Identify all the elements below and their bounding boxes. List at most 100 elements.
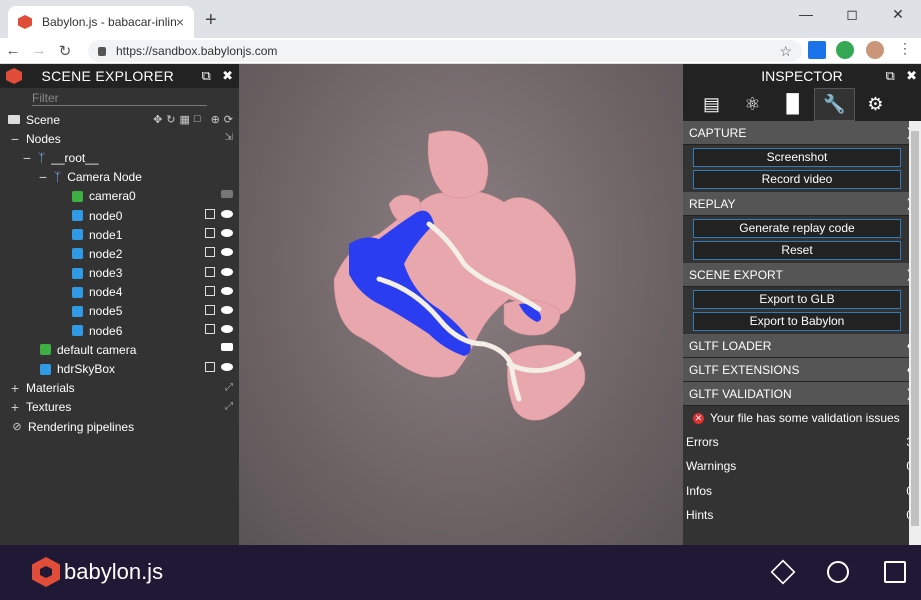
close-tab-icon[interactable]: × <box>176 14 184 30</box>
expand-all-icon[interactable]: ⤢ <box>225 401 233 412</box>
scene-export-section-header[interactable]: SCENE EXPORT ❯ <box>683 263 921 287</box>
tools-tab-icon[interactable]: 🔧 <box>814 88 855 121</box>
reload-icon[interactable]: ↻ <box>52 42 78 60</box>
tree-item-camera-node[interactable]: − ᛉ Camera Node <box>0 168 239 187</box>
bounding-box-checkbox[interactable] <box>205 228 215 239</box>
tree-item-node[interactable]: node2 <box>0 244 239 263</box>
debug-tab-icon[interactable]: ⚛ <box>732 88 773 121</box>
open-file-icon[interactable] <box>884 561 906 583</box>
browser-menu-icon[interactable]: ⋮ <box>898 40 912 57</box>
visibility-eye-icon[interactable] <box>221 267 233 276</box>
tree-item-root[interactable]: − ᛉ __root__ <box>0 148 239 167</box>
camera-icon <box>40 344 51 356</box>
tree-item-node[interactable]: node3 <box>0 264 239 283</box>
bounding-box-checkbox[interactable] <box>205 247 215 258</box>
tree-item-textures[interactable]: + Textures ⤢ <box>0 398 239 417</box>
tree-item-scene[interactable]: Scene ✥ ↻ ▦ □ ⊕ ⟳ <box>0 110 239 129</box>
collapse-icon[interactable]: − <box>38 169 48 185</box>
close-panel-icon[interactable]: ✖ <box>906 68 917 83</box>
render-canvas[interactable] <box>239 64 683 545</box>
tree-item-nodes[interactable]: − Nodes ⇲ <box>0 129 239 148</box>
materials-label: Materials <box>26 381 75 396</box>
gltf-extensions-section-header[interactable]: GLTF EXTENSIONS ❮ <box>683 358 921 382</box>
record-video-button[interactable]: Record video <box>693 170 901 189</box>
reset-button[interactable]: Reset <box>693 241 901 260</box>
new-tab-button[interactable]: + <box>205 9 217 32</box>
refresh-icon[interactable]: ⟳ <box>224 113 233 126</box>
tree-item-node[interactable]: node0 <box>0 206 239 225</box>
visibility-eye-icon[interactable] <box>221 286 233 295</box>
filter-input[interactable] <box>32 91 207 106</box>
section-title: GLTF LOADER <box>689 338 772 353</box>
generate-replay-button[interactable]: Generate replay code <box>693 219 901 238</box>
stat-label: Errors <box>686 435 719 450</box>
collapse-icon[interactable]: − <box>22 150 32 166</box>
visibility-eye-icon[interactable] <box>221 248 233 257</box>
expand-icon[interactable]: + <box>10 380 20 396</box>
properties-tab-icon[interactable]: ▤ <box>691 88 732 121</box>
bounding-box-checkbox[interactable] <box>205 324 215 335</box>
tree-item-camera0[interactable]: camera0 <box>0 187 239 206</box>
active-camera-icon[interactable] <box>221 189 233 198</box>
bookmark-star-icon[interactable]: ☆ <box>779 43 792 60</box>
settings-tab-icon[interactable]: ⚙ <box>855 88 896 121</box>
gltf-validation-section-header[interactable]: GLTF VALIDATION ❯ <box>683 382 921 406</box>
screenshot-button[interactable]: Screenshot <box>693 148 901 167</box>
close-panel-icon[interactable]: ✖ <box>222 68 233 83</box>
close-window-icon[interactable]: ✕ <box>875 0 921 28</box>
visibility-eye-icon[interactable] <box>221 229 233 238</box>
scene-tree: Scene ✥ ↻ ▦ □ ⊕ ⟳ − Nodes ⇲ − ᛉ __root__… <box>0 110 239 436</box>
profile-avatar[interactable] <box>866 41 884 59</box>
expand-all-icon[interactable]: ⇲ <box>225 132 233 143</box>
browser-tab[interactable]: Babylon.js - babacar-inline.gltf × <box>8 6 194 38</box>
node-label: node3 <box>89 266 123 281</box>
tree-item-default-camera[interactable]: default camera <box>0 340 239 359</box>
scale-gizmo-icon[interactable]: ▦ <box>180 113 190 126</box>
bounding-box-gizmo-icon[interactable]: □ <box>194 113 201 126</box>
mesh-icon <box>72 210 83 222</box>
maximize-icon[interactable]: ◻ <box>829 0 875 28</box>
popout-icon[interactable]: ⧉ <box>201 68 210 83</box>
forward-icon[interactable]: → <box>26 42 52 59</box>
popout-icon[interactable]: ⧉ <box>885 68 894 83</box>
bounding-box-checkbox[interactable] <box>205 362 215 373</box>
tree-item-node[interactable]: node4 <box>0 283 239 302</box>
tree-item-node[interactable]: node5 <box>0 302 239 321</box>
tree-item-node[interactable]: node1 <box>0 225 239 244</box>
url-text[interactable]: https://sandbox.babylonjs.com <box>116 44 779 58</box>
active-camera-icon[interactable] <box>221 343 233 352</box>
visibility-eye-icon[interactable] <box>221 209 233 218</box>
replay-section-header[interactable]: REPLAY ❯ <box>683 192 921 216</box>
minimize-icon[interactable]: — <box>783 0 829 28</box>
pick-icon[interactable]: ⊕ <box>211 113 220 126</box>
visibility-eye-icon[interactable] <box>221 363 233 372</box>
inspector-scrollbar[interactable] <box>909 121 921 545</box>
capture-section-header[interactable]: CAPTURE ❯ <box>683 121 921 145</box>
translate-gizmo-icon[interactable]: ✥ <box>153 113 162 126</box>
inspector-toggle-icon[interactable] <box>770 559 796 585</box>
collapse-icon[interactable]: − <box>10 131 20 147</box>
bounding-box-checkbox[interactable] <box>205 208 215 219</box>
omnibox[interactable]: https://sandbox.babylonjs.com ☆ <box>88 40 802 62</box>
expand-icon[interactable]: + <box>10 399 20 415</box>
environment-icon[interactable] <box>827 561 849 583</box>
expand-all-icon[interactable]: ⤢ <box>225 382 233 393</box>
visibility-eye-icon[interactable] <box>221 325 233 334</box>
tree-item-skybox[interactable]: hdrSkyBox <box>0 359 239 378</box>
statistics-tab-icon[interactable]: ▉ <box>773 88 814 121</box>
rotate-gizmo-icon[interactable]: ↻ <box>166 113 175 126</box>
bounding-box-checkbox[interactable] <box>205 285 215 296</box>
tree-item-node[interactable]: node6 <box>0 321 239 340</box>
back-icon[interactable]: ← <box>0 42 26 59</box>
tree-item-rendering-pipelines[interactable]: ⊘ Rendering pipelines <box>0 417 239 436</box>
tree-item-materials[interactable]: + Materials ⤢ <box>0 379 239 398</box>
gltf-loader-section-header[interactable]: GLTF LOADER ❮ <box>683 334 921 358</box>
bounding-box-checkbox[interactable] <box>205 266 215 277</box>
extension-icon[interactable] <box>808 41 826 59</box>
extension-badge-icon[interactable] <box>836 41 854 59</box>
visibility-eye-icon[interactable] <box>221 305 233 314</box>
export-glb-button[interactable]: Export to GLB <box>693 290 901 309</box>
bounding-box-checkbox[interactable] <box>205 304 215 315</box>
export-babylon-button[interactable]: Export to Babylon <box>693 312 901 331</box>
scrollbar-thumb[interactable] <box>911 131 919 526</box>
